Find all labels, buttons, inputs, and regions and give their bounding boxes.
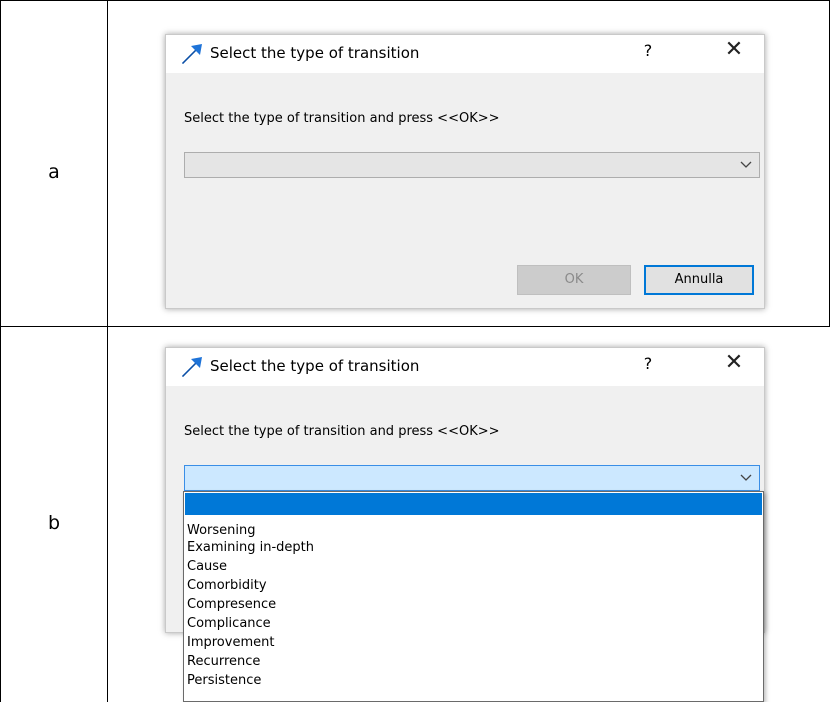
table-border-top (0, 0, 830, 1)
arrow-icon (182, 44, 202, 64)
title-bar: Select the type of transition ? ✕ (166, 35, 764, 73)
chevron-down-icon[interactable] (739, 470, 753, 484)
close-button[interactable]: ✕ (716, 350, 752, 375)
dialog-title: Select the type of transition (210, 357, 420, 375)
help-button[interactable]: ? (636, 41, 660, 60)
cancel-button[interactable]: Annulla (644, 265, 754, 295)
chevron-down-icon[interactable] (739, 157, 753, 171)
dropdown-option-recurrence[interactable]: Recurrence (184, 652, 763, 672)
dropdown-option-cause[interactable]: Cause (184, 557, 763, 577)
help-button[interactable]: ? (636, 354, 660, 373)
dropdown-option-persistence[interactable]: Persistence (184, 671, 763, 691)
arrow-icon (182, 357, 202, 377)
table-border-left (0, 0, 1, 702)
dropdown-option-comorbidity[interactable]: Comorbidity (184, 576, 763, 596)
dropdown-option-examining-in-depth[interactable]: Examining in-depth (184, 538, 763, 558)
transition-type-dropdown: Worsening Examining in-depth Cause Comor… (183, 491, 764, 702)
row-label-a: a (48, 161, 60, 183)
dropdown-option-complicance[interactable]: Complicance (184, 614, 763, 634)
dropdown-option-compresence[interactable]: Compresence (184, 595, 763, 615)
table-row-divider (0, 326, 830, 327)
ok-button[interactable]: OK (517, 265, 631, 295)
dialog-prompt: Select the type of transition and press … (184, 111, 500, 126)
row-label-b: b (47, 512, 61, 534)
dialog-prompt: Select the type of transition and press … (184, 424, 500, 439)
dropdown-option-selected[interactable] (185, 493, 762, 515)
dialog-a: Select the type of transition ? ✕ Select… (165, 34, 765, 309)
transition-type-select[interactable] (184, 152, 760, 178)
title-bar: Select the type of transition ? ✕ (166, 348, 764, 386)
table-column-divider (107, 0, 108, 702)
close-button[interactable]: ✕ (716, 37, 752, 62)
dropdown-option-improvement[interactable]: Improvement (184, 633, 763, 653)
transition-type-select[interactable] (184, 465, 760, 491)
dialog-title: Select the type of transition (210, 44, 420, 62)
